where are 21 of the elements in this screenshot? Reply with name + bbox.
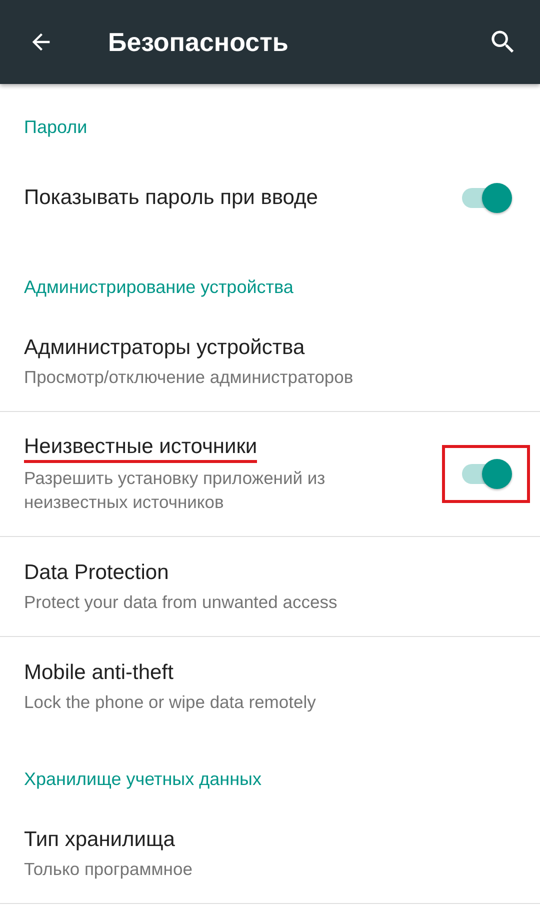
setting-title: Data Protection xyxy=(24,560,169,586)
setting-title: Неизвестные источники xyxy=(24,434,258,463)
setting-summary: Просмотр/отключение администраторов xyxy=(24,366,354,389)
section-header: Администрирование устройства xyxy=(23,276,294,299)
setting-summary: Lock the phone or wipe data remotely xyxy=(24,691,316,714)
setting-row[interactable]: Неизвестные источники Разрешить установку приложений из неизвестных источников xyxy=(0,412,540,537)
setting-summary: Protect your data from unwanted access xyxy=(24,591,338,614)
setting-title: Тип хранилища xyxy=(24,827,175,853)
setting-title: Показывать пароль при вводе xyxy=(24,185,318,211)
screen-title: Безопасность xyxy=(108,26,288,58)
setting-row[interactable]: Администраторы устройства Просмотр/отключение администраторов xyxy=(0,312,540,412)
setting-title: Mobile anti-theft xyxy=(24,660,174,686)
section-header: Пароли xyxy=(23,116,88,139)
setting-row[interactable]: Тип хранилища Только программное xyxy=(0,804,540,904)
setting-summary: Только программное xyxy=(24,858,192,881)
setting-row[interactable]: Data Protection Protect your data from unwanted access xyxy=(0,537,540,637)
setting-summary: Разрешить установку приложений из неизвестных источников xyxy=(24,467,326,514)
setting-row[interactable]: Показывать пароль при вводе xyxy=(0,152,540,244)
setting-row[interactable]: Mobile anti-theft Lock the phone or wipe data remotely xyxy=(0,637,540,736)
setting-title: Администраторы устройства xyxy=(24,335,305,361)
section-header: Хранилище учетных данных xyxy=(23,768,262,791)
